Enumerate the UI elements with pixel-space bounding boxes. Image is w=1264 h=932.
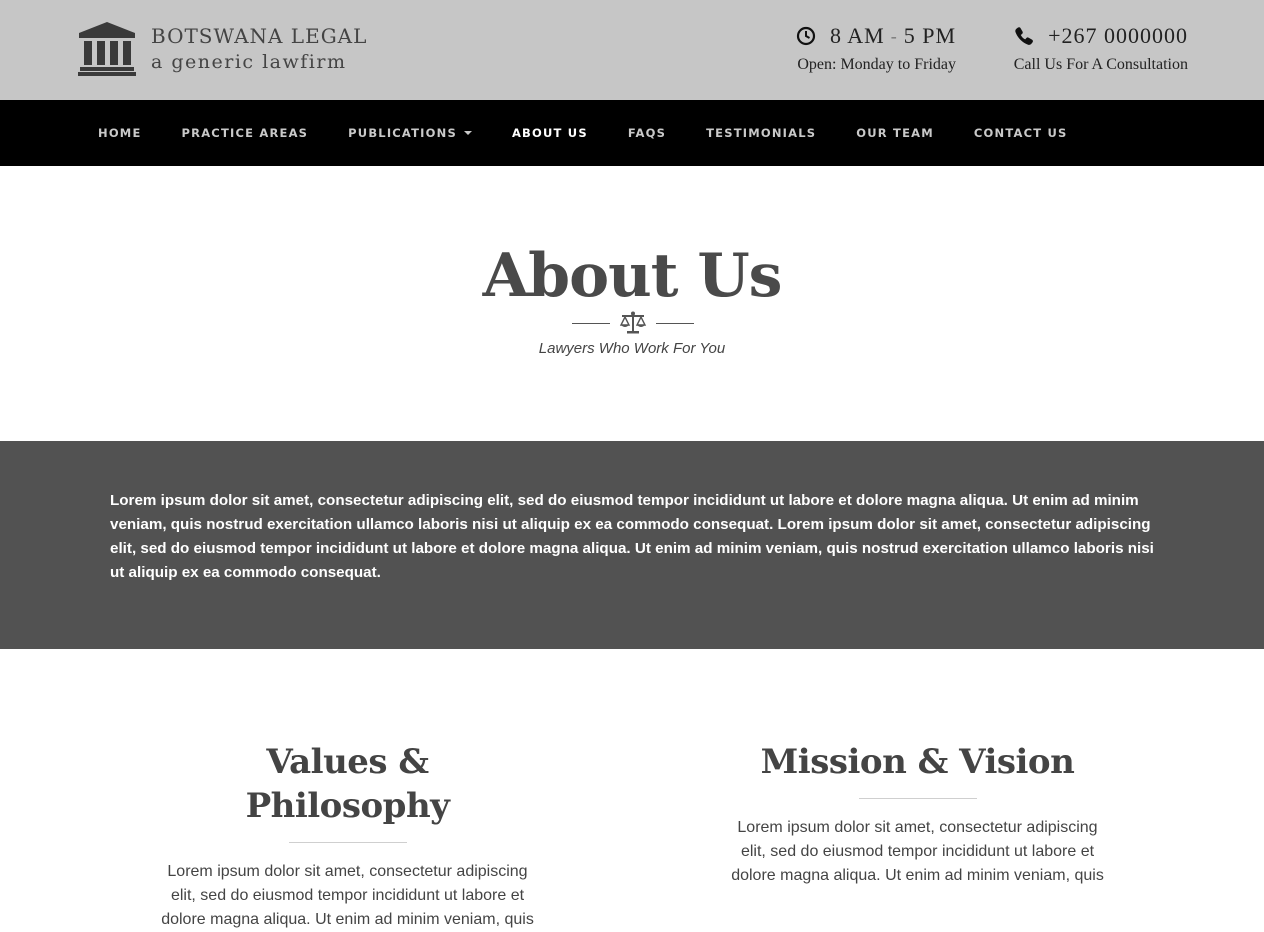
mission-text: Lorem ipsum dolor sit amet, consectetur … — [731, 819, 1104, 884]
values-text: Lorem ipsum dolor sit amet, consectetur … — [161, 863, 534, 928]
hours-open: 8 AM — [829, 23, 885, 48]
courthouse-icon — [78, 22, 136, 76]
hero-section: About Us Lawyers Who Work For You — [0, 166, 1264, 441]
phone-line: +267 0000000 — [1000, 22, 1188, 50]
page-subtitle: Lawyers Who Work For You — [538, 340, 726, 357]
page-title: About Us — [482, 241, 783, 311]
brand-title: BOTSWANA LEGAL — [151, 24, 368, 48]
phone-contact[interactable]: +267 0000000 Call Us For A Consultation — [1000, 22, 1188, 74]
intro-text: Lorem ipsum dolor sit amet, consectetur … — [110, 492, 1154, 581]
phone-cta: Call Us For A Consultation — [1013, 56, 1188, 73]
nav-item-publications[interactable]: PUBLICATIONS — [328, 126, 492, 140]
brand-subtitle: a generic lawfirm — [151, 51, 347, 73]
values-title: Values & Philosophy — [245, 742, 450, 826]
main-nav: HOME PRACTICE AREAS PUBLICATIONS ABOUT U… — [0, 100, 1264, 166]
chevron-down-icon — [463, 131, 472, 135]
site-header: BOTSWANA LEGAL a generic lawfirm 8 AM - … — [0, 0, 1264, 100]
brand-logo-link[interactable]: BOTSWANA LEGAL a generic lawfirm — [78, 22, 367, 76]
title-divider — [572, 310, 694, 336]
hours-close: 5 PM — [903, 23, 956, 48]
nav-item-faqs[interactable]: FAQS — [608, 126, 686, 140]
nav-items: HOME PRACTICE AREAS PUBLICATIONS ABOUT U… — [78, 100, 1087, 166]
nav-item-about-us[interactable]: ABOUT US — [492, 126, 608, 140]
hours-separator: - — [890, 25, 898, 46]
nav-item-home[interactable]: HOME — [78, 126, 162, 140]
values-column: Values & Philosophy Lorem ipsum dolor si… — [160, 740, 535, 932]
hours-line: 8 AM - 5 PM — [786, 22, 956, 50]
opening-hours: 8 AM - 5 PM Open: Monday to Friday — [786, 22, 956, 74]
divider-line-left — [572, 322, 610, 324]
scales-icon — [619, 311, 647, 334]
mission-divider — [858, 798, 977, 799]
values-divider — [288, 842, 407, 843]
mission-column: Mission & Vision Lorem ipsum dolor sit a… — [730, 740, 1105, 888]
phone-number[interactable]: +267 0000000 — [1048, 23, 1188, 49]
divider-line-right — [656, 322, 694, 324]
nav-item-publications-label: PUBLICATIONS — [348, 126, 457, 140]
phone-icon — [1015, 27, 1034, 45]
clock-icon — [796, 26, 816, 46]
hours-days: Open: Monday to Friday — [797, 56, 956, 73]
brand-text: BOTSWANA LEGAL a generic lawfirm — [151, 24, 367, 74]
nav-item-practice-areas[interactable]: PRACTICE AREAS — [162, 126, 329, 140]
nav-item-contact-us[interactable]: CONTACT US — [954, 126, 1088, 140]
nav-item-testimonials[interactable]: TESTIMONIALS — [686, 126, 836, 140]
mission-title: Mission & Vision — [760, 742, 1075, 782]
intro-band: Lorem ipsum dolor sit amet, consectetur … — [0, 441, 1264, 649]
nav-item-our-team[interactable]: OUR TEAM — [836, 126, 954, 140]
